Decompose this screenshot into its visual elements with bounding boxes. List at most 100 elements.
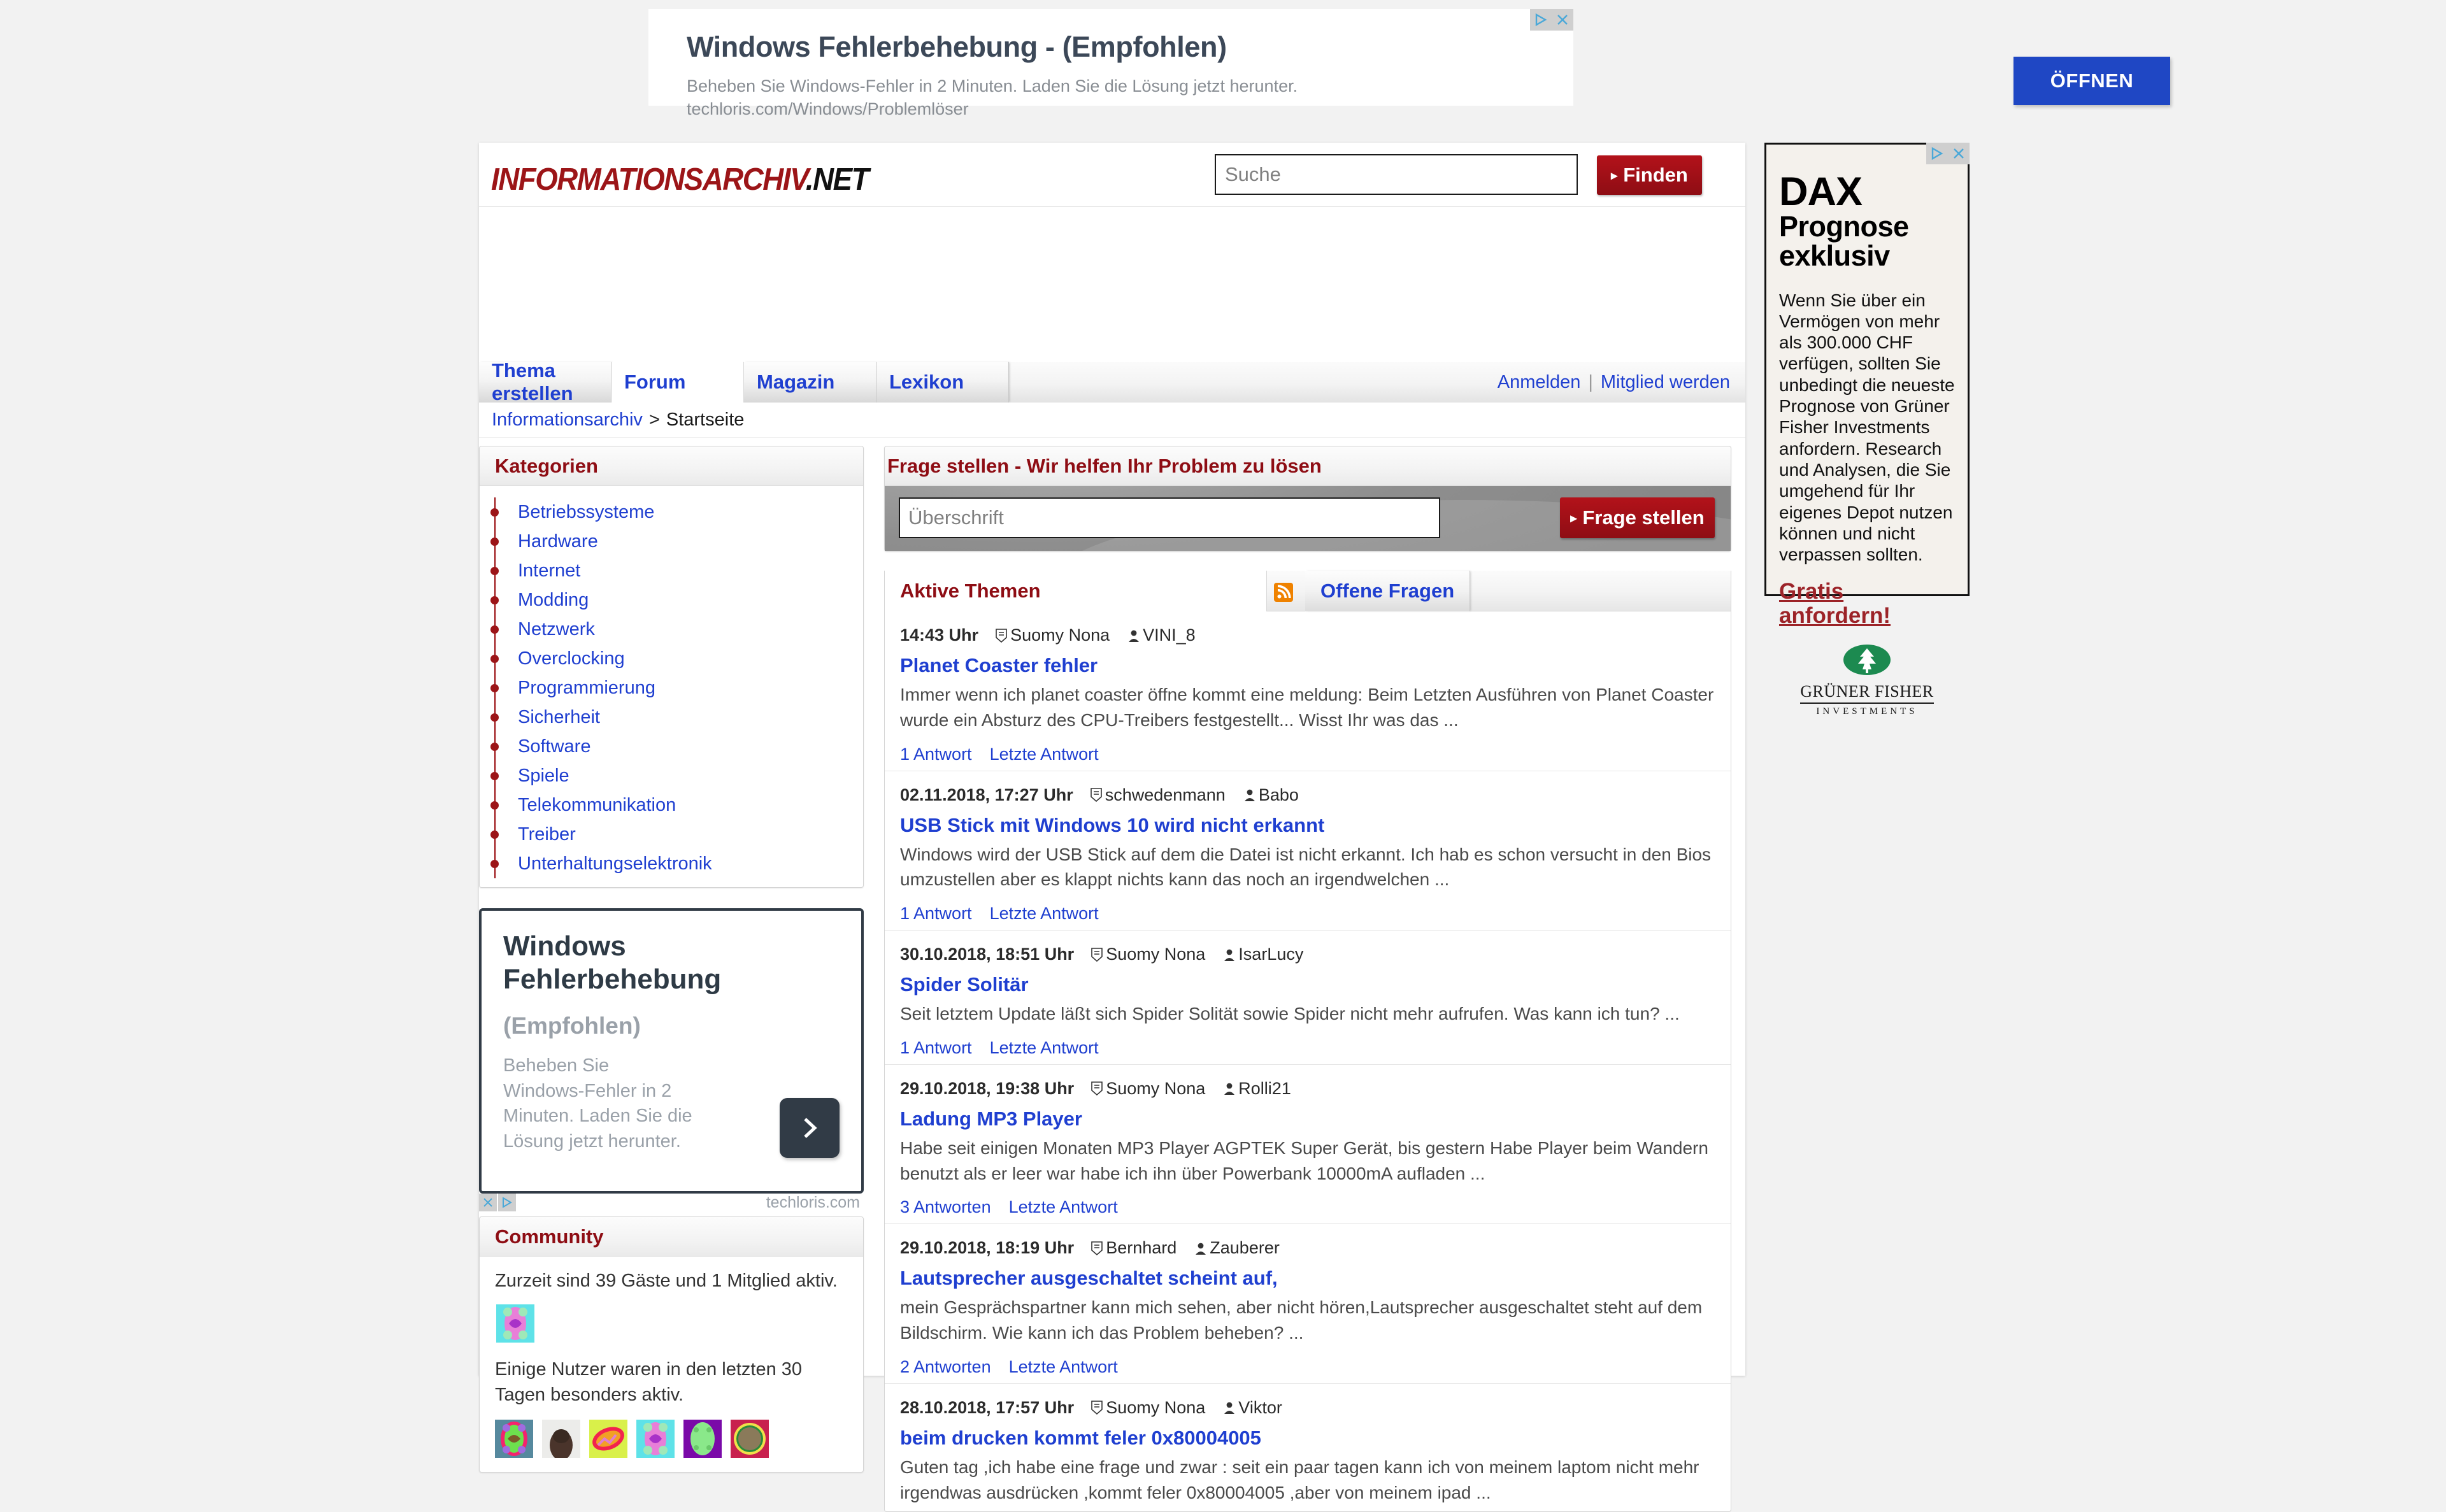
- avatar[interactable]: [589, 1419, 627, 1458]
- side-ad-body: Wenn Sie über ein Vermögen von mehr als …: [1779, 290, 1955, 565]
- group-icon: [1090, 788, 1102, 802]
- thread-last-answer-link[interactable]: Letzte Antwort: [1009, 1357, 1118, 1377]
- top-banner-ad[interactable]: Windows Fehlerbehebung - (Empfohlen) Beh…: [648, 9, 2170, 118]
- categories-title: Kategorien: [480, 446, 863, 486]
- register-link[interactable]: Mitglied werden: [1601, 372, 1730, 393]
- nav-tab-magazin[interactable]: Magazin: [744, 362, 876, 403]
- avatar[interactable]: [683, 1419, 722, 1458]
- sidebar-ad-next-button[interactable]: [780, 1098, 840, 1158]
- thread-last-answer-link[interactable]: Letzte Antwort: [1009, 1197, 1118, 1217]
- login-link[interactable]: Anmelden: [1498, 372, 1581, 393]
- category-item[interactable]: Overclocking: [490, 644, 848, 673]
- category-link[interactable]: Betriebssysteme: [518, 502, 654, 523]
- avatar[interactable]: [731, 1419, 769, 1458]
- category-item[interactable]: Betriebssysteme: [490, 497, 848, 527]
- category-item[interactable]: Telekommunikation: [490, 790, 848, 820]
- category-link[interactable]: Overclocking: [518, 648, 625, 669]
- thread-meta: 29.10.2018, 18:19 Uhr Bernhard Zauberer: [900, 1238, 1715, 1258]
- tab-aktive-themen[interactable]: Aktive Themen: [885, 571, 1267, 611]
- category-item[interactable]: Unterhaltungselektronik: [490, 849, 848, 878]
- site-logo[interactable]: INFORMATIONSARCHIV.NET: [491, 162, 869, 197]
- category-link[interactable]: Netzwerk: [518, 619, 595, 640]
- thread-title-link[interactable]: Spider Solitär: [900, 973, 1715, 996]
- adchoices-play-icon[interactable]: [498, 1194, 516, 1211]
- nav-tab-thema-erstellen[interactable]: Thema erstellen: [479, 359, 612, 404]
- side-banner-ad[interactable]: DAX Prognose exklusiv Wenn Sie über ein …: [1764, 143, 1970, 717]
- group-icon: [996, 628, 1007, 643]
- avatar[interactable]: [542, 1419, 580, 1458]
- ask-question-bar: ▸ Frage stellen: [885, 486, 1731, 551]
- category-item[interactable]: Hardware: [490, 527, 848, 556]
- active-user-avatars: [495, 1419, 848, 1458]
- adchoices-play-icon[interactable]: [1530, 9, 1552, 31]
- question-title-input[interactable]: [899, 497, 1440, 538]
- thread-title-link[interactable]: Lautsprecher ausgeschaltet scheint auf,: [900, 1267, 1715, 1290]
- thread-meta: 29.10.2018, 19:38 Uhr Suomy Nona Rolli21: [900, 1079, 1715, 1099]
- close-icon[interactable]: [1552, 9, 1573, 31]
- category-link[interactable]: Treiber: [518, 824, 576, 845]
- ask-question-button[interactable]: ▸ Frage stellen: [1560, 497, 1715, 538]
- thread-answers-link[interactable]: 2 Antworten: [900, 1357, 991, 1377]
- ask-question-panel: Frage stellen - Wir helfen Ihr Problem z…: [884, 446, 1731, 552]
- nav-tab-label: Thema erstellen: [492, 359, 573, 404]
- category-item[interactable]: Internet: [490, 556, 848, 585]
- page-container: INFORMATIONSARCHIV.NET ▸ Finden Thema er…: [479, 143, 1745, 1512]
- thread-answers-link[interactable]: 1 Antwort: [900, 1038, 972, 1058]
- sidebar-ad-headline: Windows Fehlerbehebung: [503, 931, 722, 995]
- category-item[interactable]: Sicherheit: [490, 703, 848, 732]
- breadcrumb-current: Startseite: [666, 410, 745, 430]
- thread-last-answer-link[interactable]: Letzte Antwort: [990, 1038, 1099, 1058]
- breadcrumb-root-link[interactable]: Informationsarchiv: [492, 410, 643, 431]
- group-icon: [1091, 1241, 1103, 1255]
- adchoices-play-icon[interactable]: [1926, 143, 1948, 164]
- nav-tab-label: Forum: [624, 371, 686, 393]
- search-input[interactable]: [1215, 154, 1578, 195]
- category-link[interactable]: Software: [518, 736, 590, 757]
- category-item[interactable]: Programmierung: [490, 673, 848, 703]
- category-link[interactable]: Hardware: [518, 531, 598, 552]
- nav-tab-lexikon[interactable]: Lexikon: [876, 362, 1009, 403]
- thread-group: schwedenmann: [1090, 785, 1226, 805]
- category-item[interactable]: Treiber: [490, 820, 848, 849]
- category-link[interactable]: Unterhaltungselektronik: [518, 853, 712, 874]
- category-item[interactable]: Software: [490, 732, 848, 761]
- rss-icon[interactable]: [1274, 583, 1293, 602]
- category-item[interactable]: Spiele: [490, 761, 848, 790]
- thread-title-link[interactable]: USB Stick mit Windows 10 wird nicht erka…: [900, 814, 1715, 837]
- category-link[interactable]: Sicherheit: [518, 707, 600, 728]
- header-divider: [479, 206, 1745, 207]
- sidebar-ad[interactable]: Windows Fehlerbehebung (Empfohlen) Beheb…: [479, 908, 864, 1211]
- thread-answers-link[interactable]: 1 Antwort: [900, 745, 972, 764]
- close-icon[interactable]: [479, 1194, 497, 1211]
- thread-title-link[interactable]: beim drucken kommt feler 0x80004005: [900, 1427, 1715, 1450]
- thread-title-link[interactable]: Ladung MP3 Player: [900, 1108, 1715, 1130]
- side-ad-line1: DAX: [1779, 169, 1863, 214]
- thread-answers-link[interactable]: 3 Antworten: [900, 1197, 991, 1217]
- breadcrumb: Informationsarchiv > Startseite: [479, 403, 1745, 438]
- find-button[interactable]: ▸ Finden: [1597, 155, 1702, 195]
- thread-answers-link[interactable]: 1 Antwort: [900, 904, 972, 924]
- category-link[interactable]: Modding: [518, 590, 589, 611]
- thread-item: 29.10.2018, 19:38 Uhr Suomy Nona Rolli21…: [885, 1065, 1731, 1225]
- thread-date: 14:43 Uhr: [900, 625, 979, 645]
- nav-tab-forum[interactable]: Forum: [612, 362, 744, 403]
- thread-group-name: Suomy Nona: [1106, 945, 1206, 964]
- tab-offene-fragen[interactable]: Offene Fragen: [1305, 571, 1471, 611]
- category-link[interactable]: Programmierung: [518, 678, 655, 699]
- thread-title-link[interactable]: Planet Coaster fehler: [900, 654, 1715, 677]
- category-link[interactable]: Telekommunikation: [518, 795, 676, 816]
- top-ad-open-button[interactable]: ÖFFNEN: [2013, 57, 2170, 105]
- side-ad-cta-link[interactable]: Gratis anfordern!: [1779, 579, 1955, 629]
- avatar[interactable]: [495, 1419, 533, 1458]
- category-item[interactable]: Netzwerk: [490, 615, 848, 644]
- close-icon[interactable]: [1948, 143, 1970, 164]
- category-item[interactable]: Modding: [490, 585, 848, 615]
- thread-last-answer-link[interactable]: Letzte Antwort: [990, 904, 1099, 924]
- category-link[interactable]: Internet: [518, 560, 580, 581]
- thread-excerpt: mein Gesprächspartner kann mich sehen, a…: [900, 1297, 1703, 1343]
- thread-excerpt: Guten tag ,ich habe eine frage und zwar …: [900, 1457, 1699, 1502]
- category-link[interactable]: Spiele: [518, 766, 569, 787]
- thread-last-answer-link[interactable]: Letzte Antwort: [990, 745, 1099, 764]
- avatar[interactable]: [496, 1304, 534, 1343]
- avatar[interactable]: [636, 1419, 675, 1458]
